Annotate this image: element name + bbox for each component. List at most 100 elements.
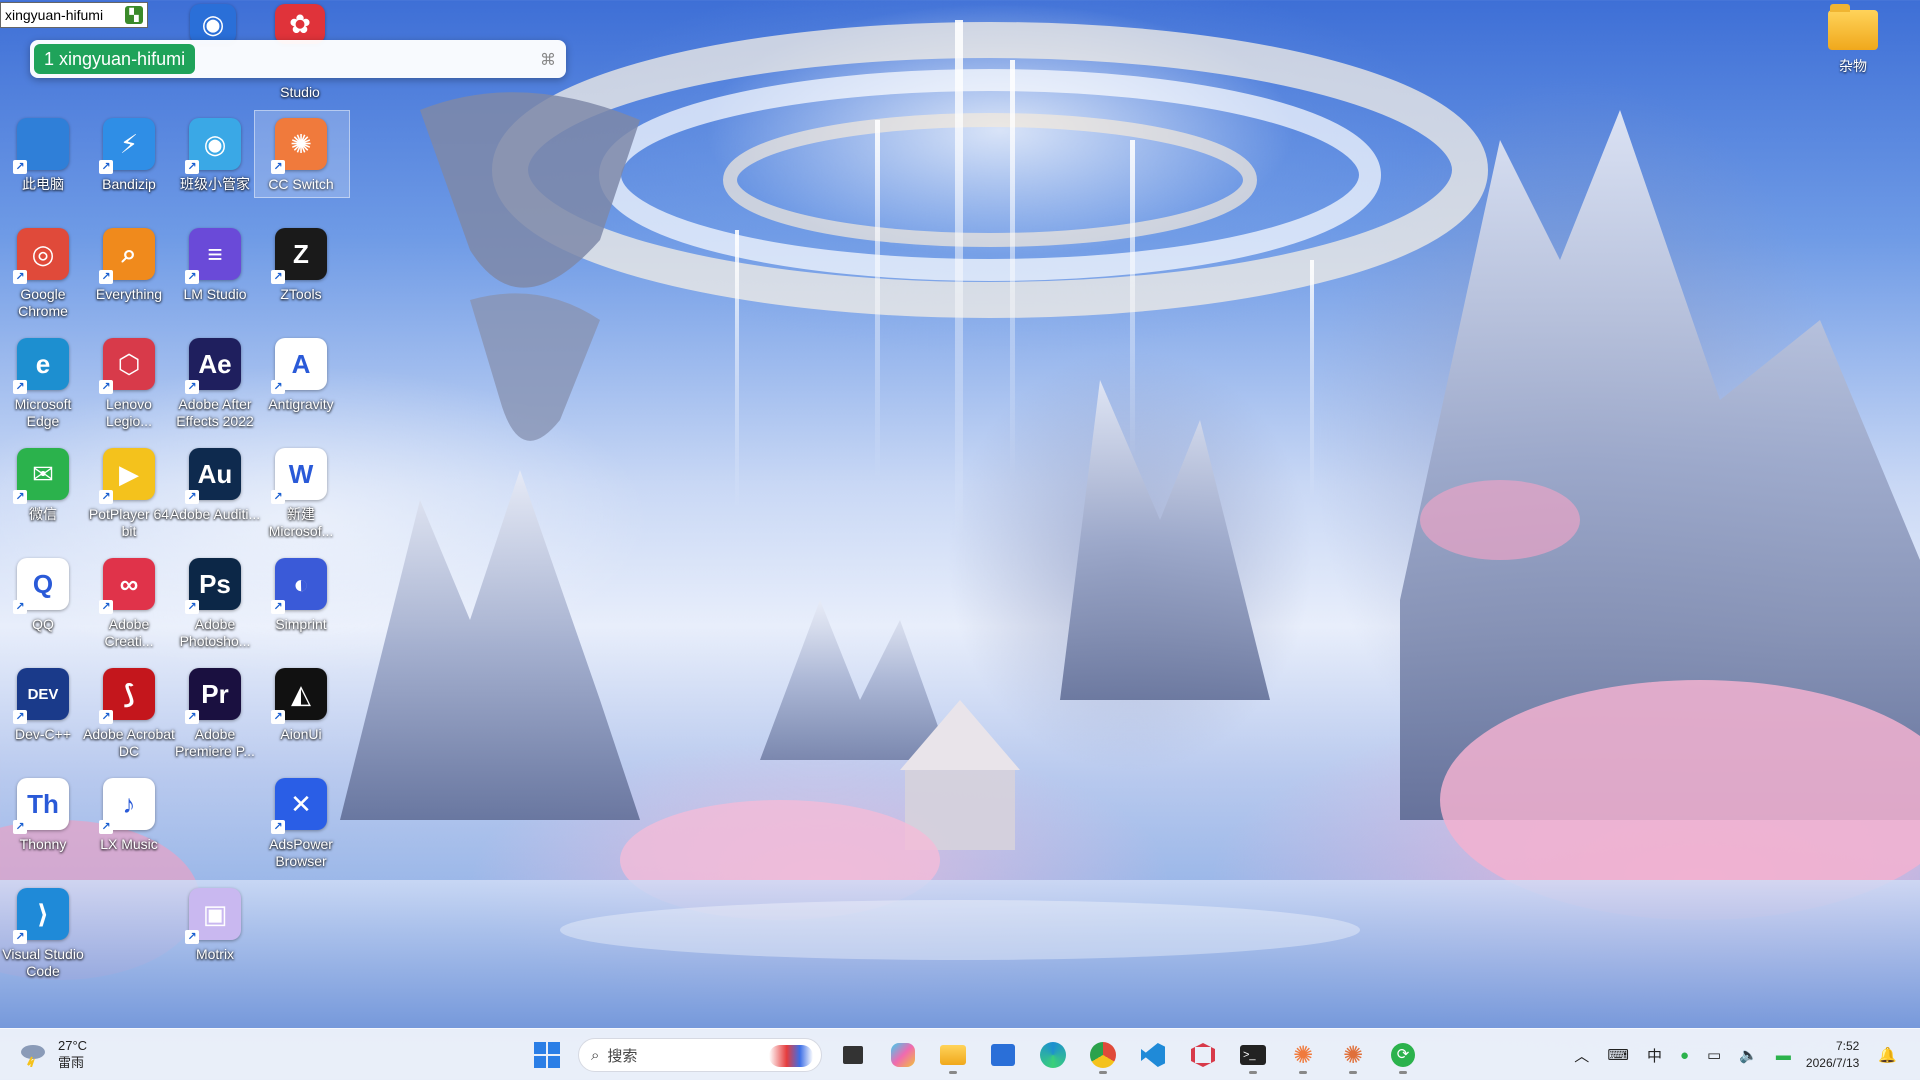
desktop-icon-edge[interactable]: e ↗ Microsoft Edge — [0, 338, 86, 430]
lm-studio-icon: ≡ ↗ — [185, 228, 241, 284]
desktop-icon-label: PotPlayer 64 bit — [88, 506, 170, 539]
qq-icon: Q ↗ — [13, 558, 69, 614]
desktop-icon-top-1[interactable]: ◉ — [170, 4, 256, 44]
desktop-icon-computer[interactable]: ↗ 此电脑 — [0, 118, 86, 193]
desktop-icon-acrobat[interactable]: ⟆ ↗ Adobe Acrobat DC — [83, 668, 175, 760]
notification-bell-icon[interactable]: 🔔 — [1878, 1046, 1897, 1064]
desktop-icon-aionui[interactable]: ◭ ↗ AionUi — [258, 668, 344, 743]
claude-icon[interactable]: ✺ — [1333, 1035, 1373, 1075]
lenovo-legion-icon[interactable] — [1183, 1035, 1223, 1075]
desktop-icon-lm-studio[interactable]: ≡ ↗ LM Studio — [172, 228, 258, 303]
desktop-icon-simprint[interactable]: ◐ ↗ Simprint — [258, 558, 344, 633]
vscode-icon[interactable] — [1133, 1035, 1173, 1075]
chrome-icon[interactable] — [1083, 1035, 1123, 1075]
desktop-icon-potplayer[interactable]: ▶ ↗ PotPlayer 64 bit — [86, 448, 172, 540]
edge-icon: e ↗ — [13, 338, 69, 394]
terminal-icon[interactable]: >_ — [1233, 1035, 1273, 1075]
edge-icon[interactable] — [1033, 1035, 1073, 1075]
adspower-icon: ✕ ↗ — [271, 778, 327, 834]
shortcut-arrow-icon: ↗ — [99, 710, 113, 724]
shortcut-arrow-icon: ↗ — [13, 490, 27, 504]
everything-icon: ⌕ ↗ — [99, 228, 155, 284]
windows-start-icon[interactable] — [527, 1035, 567, 1075]
desktop-icon-label: Simprint — [275, 616, 327, 632]
desktop-icon-premiere[interactable]: Pr ↗ Adobe Premiere P... — [172, 668, 258, 760]
sync-icon[interactable]: ⟳ — [1383, 1035, 1423, 1075]
shortcut-arrow-icon: ↗ — [99, 490, 113, 504]
desktop-icon-after-effects[interactable]: Ae ↗ Adobe After Effects 2022 — [172, 338, 258, 430]
desktop-icon-chrome[interactable]: ◎ ↗ Google Chrome — [0, 228, 86, 320]
launcher-selected-chip[interactable]: 1 xingyuan-hifumi — [34, 44, 196, 74]
folder-label: 杂物 — [1839, 58, 1867, 74]
desktop-icon-vscode[interactable]: ⟩ ↗ Visual Studio Code — [0, 888, 86, 980]
desktop-icon-word-doc[interactable]: W ↗ 新建 Microsof... — [258, 448, 344, 540]
desktop-icon-label: LM Studio — [183, 286, 247, 302]
desktop-icon-adspower[interactable]: ✕ ↗ AdsPower Browser — [258, 778, 344, 870]
desktop-icon-label: Antigravity — [268, 396, 334, 412]
taskbar-center: ⌕ 搜索 >_ ✺ ✺ ⟳ — [522, 1035, 1428, 1075]
desktop-icon-label: Dev-C++ — [14, 726, 72, 742]
desktop-icon-creative-cloud[interactable]: ∞ ↗ Adobe Creati... — [86, 558, 172, 650]
desktop-folder[interactable]: 杂物 — [1812, 4, 1894, 76]
ime-indicator[interactable]: 中 — [1647, 1045, 1662, 1066]
shortcut-arrow-icon: ↗ — [185, 160, 199, 174]
desktop-icon-cc-switch[interactable]: ✺ ↗ CC Switch — [254, 110, 350, 198]
studio-icon: ✿ — [275, 4, 325, 44]
sync-tray-icon[interactable]: ● — [1680, 1047, 1689, 1064]
desktop-icon-lx-music[interactable]: ♪ ↗ LX Music — [86, 778, 172, 853]
task-view-icon[interactable] — [833, 1035, 873, 1075]
shortcut-arrow-icon: ↗ — [13, 270, 27, 284]
desktop-icon-label: CC Switch — [268, 176, 334, 192]
shortcut-arrow-icon: ↗ — [99, 820, 113, 834]
desktop-icon-label: QQ — [32, 616, 54, 632]
after-effects-icon: Ae ↗ — [185, 338, 241, 394]
shortcut-arrow-icon: ↗ — [13, 820, 27, 834]
lx-music-icon: ♪ ↗ — [99, 778, 155, 834]
window-title-tag[interactable]: xingyuan-hifumi ▚ — [0, 2, 148, 28]
desktop-icon-class-manager[interactable]: ◉ ↗ 班级小管家 — [172, 118, 258, 193]
desktop-icon-motrix[interactable]: ▣ ↗ Motrix — [172, 888, 258, 963]
shortcut-arrow-icon: ↗ — [99, 600, 113, 614]
chrome-icon: ◎ ↗ — [13, 228, 69, 284]
dev-cpp-icon: DEV ↗ — [13, 668, 69, 724]
keyboard-icon[interactable]: ⌨ — [1607, 1046, 1629, 1064]
potplayer-icon: ▶ ↗ — [99, 448, 155, 504]
shortcut-arrow-icon: ↗ — [271, 490, 285, 504]
desktop-icon-audition[interactable]: Au ↗ Adobe Auditi... — [170, 448, 260, 523]
desktop-icon-lenovo-legion[interactable]: ⬡ ↗ Lenovo Legio... — [86, 338, 172, 430]
quick-launcher-bar[interactable]: 1 xingyuan-hifumi ⌘ — [30, 40, 566, 78]
weather-widget[interactable]: 27°C 雷雨 — [18, 1037, 87, 1071]
desktop-icon-wechat[interactable]: ✉ ↗ 微信 — [0, 448, 86, 523]
desktop-icon-thonny[interactable]: Th ↗ Thonny — [0, 778, 86, 853]
desktop-icon-photoshop[interactable]: Ps ↗ Adobe Photosho... — [172, 558, 258, 650]
shortcut-arrow-icon: ↗ — [271, 380, 285, 394]
shortcut-arrow-icon: ↗ — [271, 270, 285, 284]
class-manager-icon: ◉ ↗ — [185, 118, 241, 174]
shortcut-arrow-icon: ↗ — [271, 710, 285, 724]
desktop-icon-ztools[interactable]: Z ↗ ZTools — [258, 228, 344, 303]
ztools-icon: Z ↗ — [271, 228, 327, 284]
desktop-icon-everything[interactable]: ⌕ ↗ Everything — [86, 228, 172, 303]
clock[interactable]: 7:52 2026/7/13 — [1806, 1038, 1859, 1072]
volume-icon[interactable]: 🔈 — [1739, 1046, 1758, 1064]
shortcut-arrow-icon: ↗ — [185, 710, 199, 724]
chevron-up-icon[interactable]: ︿ — [1574, 1045, 1589, 1066]
taskbar-search-box[interactable]: ⌕ 搜索 — [578, 1038, 822, 1072]
desktop-icon-qq[interactable]: Q ↗ QQ — [0, 558, 86, 633]
antigravity-icon: A ↗ — [271, 338, 327, 394]
desktop-icon-bandizip[interactable]: ⚡ ↗ Bandizip — [86, 118, 172, 193]
system-tray: ︿ ⌨ 中 ● ▭ 🔈 ▬ 7:52 2026/7/13 🔔 — [1565, 1029, 1920, 1080]
desktop-icon-label: Adobe After Effects 2022 — [176, 396, 254, 429]
microsoft-store-icon[interactable] — [983, 1035, 1023, 1075]
shortcut-arrow-icon: ↗ — [13, 600, 27, 614]
search-placeholder: 搜索 — [607, 1047, 638, 1065]
battery-icon[interactable]: ▬ — [1776, 1047, 1791, 1064]
shortcut-arrow-icon: ↗ — [13, 930, 27, 944]
cc-switch-icon[interactable]: ✺ — [1283, 1035, 1323, 1075]
shortcut-arrow-icon: ↗ — [185, 600, 199, 614]
desktop-icon-dev-cpp[interactable]: DEV ↗ Dev-C++ — [0, 668, 86, 743]
network-icon[interactable]: ▭ — [1707, 1046, 1721, 1064]
file-explorer-icon[interactable] — [933, 1035, 973, 1075]
copilot-icon[interactable] — [883, 1035, 923, 1075]
desktop-icon-antigravity[interactable]: A ↗ Antigravity — [258, 338, 344, 413]
